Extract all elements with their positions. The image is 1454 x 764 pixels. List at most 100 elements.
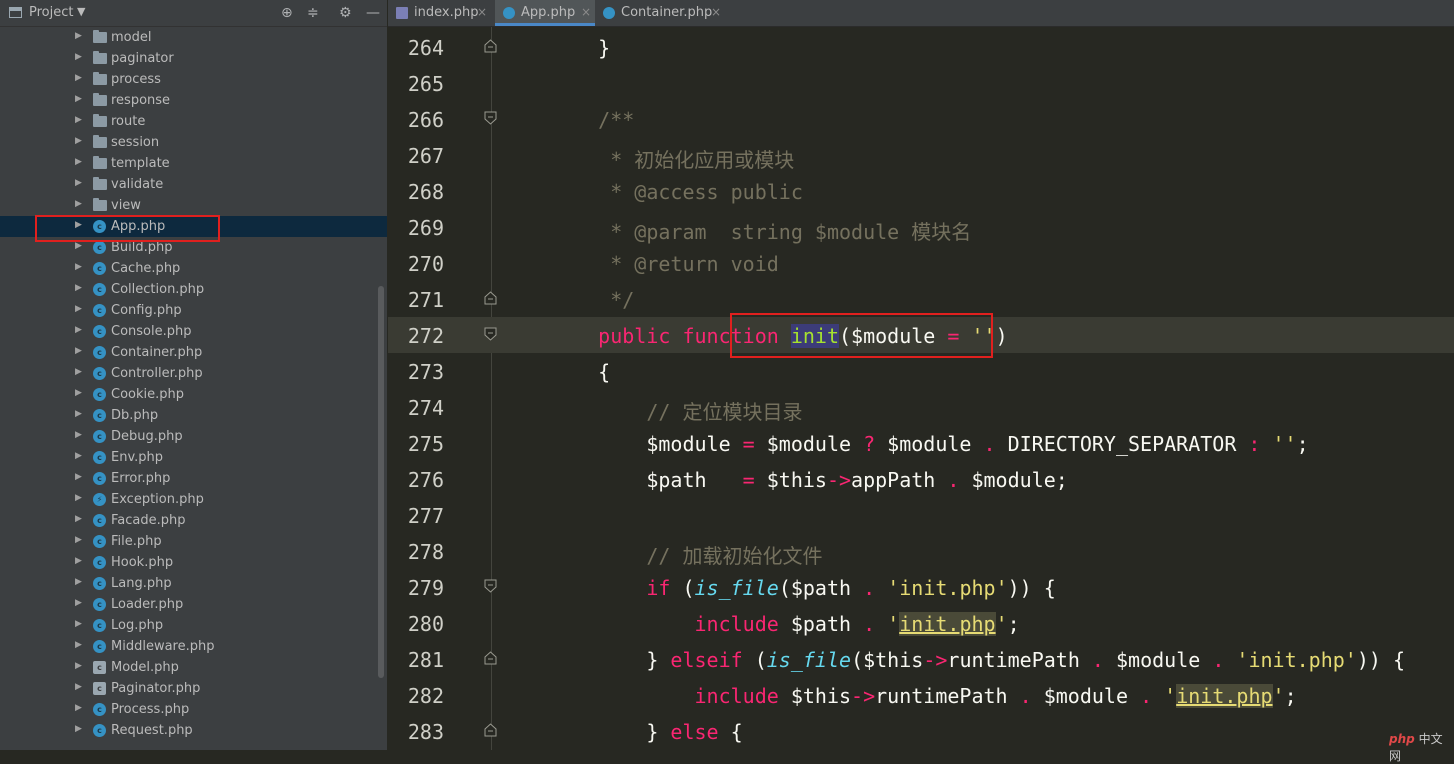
line-number[interactable]: 282 [404, 684, 444, 708]
expand-arrow-icon[interactable]: ▶ [75, 73, 82, 83]
line-number[interactable]: 275 [404, 432, 444, 456]
line-number[interactable]: 276 [404, 468, 444, 492]
expand-arrow-icon[interactable]: ▶ [75, 577, 82, 587]
locate-file-icon[interactable]: ⊕ [281, 4, 293, 22]
expand-arrow-icon[interactable]: ▶ [75, 220, 82, 230]
tree-item[interactable]: ▶ c Collection.php [0, 279, 387, 300]
close-icon[interactable]: × [581, 5, 591, 19]
tree-item[interactable]: ▶ c Loader.php [0, 594, 387, 615]
code-line[interactable]: 269 * @param string $module 模块名 [388, 209, 1454, 245]
code-line[interactable]: 267 * 初始化应用或模块 [388, 137, 1454, 173]
tree-item[interactable]: ▶ process [0, 69, 387, 90]
tree-item[interactable]: ▶ c Lang.php [0, 573, 387, 594]
line-number[interactable]: 268 [404, 180, 444, 204]
code-line[interactable]: 280 include $path . 'init.php'; [388, 605, 1454, 641]
code-line[interactable]: 283 } else { [388, 713, 1454, 749]
expand-arrow-icon[interactable]: ▶ [75, 304, 82, 314]
expand-arrow-icon[interactable]: ▶ [75, 472, 82, 482]
code-line[interactable]: 274 // 定位模块目录 [388, 389, 1454, 425]
tree-item[interactable]: ▶ c Controller.php [0, 363, 387, 384]
expand-arrow-icon[interactable]: ▶ [75, 493, 82, 503]
tree-item[interactable]: ▶ c Error.php [0, 468, 387, 489]
expand-arrow-icon[interactable]: ▶ [75, 430, 82, 440]
tree-item[interactable]: ▶ c Paginator.php [0, 678, 387, 699]
hide-panel-icon[interactable]: — [366, 4, 380, 22]
fold-open-icon[interactable] [484, 327, 497, 341]
tree-item[interactable]: ▶ route [0, 111, 387, 132]
tree-item[interactable]: ▶ c Log.php [0, 615, 387, 636]
tree-item[interactable]: ▶ model [0, 27, 387, 48]
expand-arrow-icon[interactable]: ▶ [75, 94, 82, 104]
code-line[interactable]: 265 [388, 65, 1454, 101]
tree-item[interactable]: ▶ c File.php [0, 531, 387, 552]
expand-arrow-icon[interactable]: ▶ [75, 367, 82, 377]
code-line[interactable]: 273 { [388, 353, 1454, 389]
tree-item[interactable]: ▶ c Request.php [0, 720, 387, 741]
expand-arrow-icon[interactable]: ▶ [75, 241, 82, 251]
tree-item[interactable]: ▶ paginator [0, 48, 387, 69]
line-number[interactable]: 278 [404, 540, 444, 564]
expand-arrow-icon[interactable]: ▶ [75, 724, 82, 734]
tree-item[interactable]: ▶ c Db.php [0, 405, 387, 426]
tree-item[interactable]: ▶ validate [0, 174, 387, 195]
expand-arrow-icon[interactable]: ▶ [75, 451, 82, 461]
expand-arrow-icon[interactable]: ▶ [75, 136, 82, 146]
code-line[interactable]: 276 $path = $this->appPath . $module; [388, 461, 1454, 497]
code-line[interactable]: 278 // 加载初始化文件 [388, 533, 1454, 569]
expand-arrow-icon[interactable]: ▶ [75, 556, 82, 566]
tree-item[interactable]: ▶ ⚡ Exception.php [0, 489, 387, 510]
line-number[interactable]: 280 [404, 612, 444, 636]
fold-close-icon[interactable] [484, 39, 497, 53]
tree-item[interactable]: ▶ c Facade.php [0, 510, 387, 531]
code-line[interactable]: 264 } [388, 29, 1454, 65]
line-number[interactable]: 283 [404, 720, 444, 744]
close-icon[interactable]: × [711, 5, 721, 19]
line-number[interactable]: 273 [404, 360, 444, 384]
tree-item[interactable]: ▶ c Debug.php [0, 426, 387, 447]
tree-item[interactable]: ▶ c Config.php [0, 300, 387, 321]
expand-arrow-icon[interactable]: ▶ [75, 346, 82, 356]
tree-item[interactable]: ▶ c Cache.php [0, 258, 387, 279]
expand-arrow-icon[interactable]: ▶ [75, 262, 82, 272]
editor-tab[interactable]: Container.php × [595, 0, 725, 26]
line-number[interactable]: 277 [404, 504, 444, 528]
gear-icon[interactable]: ⚙ [339, 4, 352, 22]
line-number[interactable]: 269 [404, 216, 444, 240]
line-number[interactable]: 271 [404, 288, 444, 312]
code-line[interactable]: 275 $module = $module ? $module . DIRECT… [388, 425, 1454, 461]
tree-item[interactable]: ▶ c Console.php [0, 321, 387, 342]
code-line[interactable]: 282 include $this->runtimePath . $module… [388, 677, 1454, 713]
code-line[interactable]: 268 * @access public [388, 173, 1454, 209]
expand-arrow-icon[interactable]: ▶ [75, 283, 82, 293]
code-line[interactable]: 279 if (is_file($path . 'init.php')) { [388, 569, 1454, 605]
tree-item[interactable]: ▶ template [0, 153, 387, 174]
code-line[interactable]: 270 * @return void [388, 245, 1454, 281]
tree-item[interactable]: ▶ c Hook.php [0, 552, 387, 573]
expand-arrow-icon[interactable]: ▶ [75, 619, 82, 629]
chevron-down-icon[interactable]: ▼ [77, 5, 85, 18]
expand-arrow-icon[interactable]: ▶ [75, 199, 82, 209]
expand-arrow-icon[interactable]: ▶ [75, 157, 82, 167]
project-panel-title[interactable]: Project [29, 5, 73, 20]
tree-item[interactable]: ▶ c Cookie.php [0, 384, 387, 405]
editor-tab[interactable]: index.php × [388, 0, 491, 26]
editor-tab[interactable]: App.php × [495, 0, 595, 26]
expand-arrow-icon[interactable]: ▶ [75, 52, 82, 62]
tree-item[interactable]: ▶ c Env.php [0, 447, 387, 468]
fold-open-icon[interactable] [484, 579, 497, 593]
expand-arrow-icon[interactable]: ▶ [75, 325, 82, 335]
collapse-all-icon[interactable]: ≑ [307, 4, 319, 22]
expand-arrow-icon[interactable]: ▶ [75, 115, 82, 125]
expand-arrow-icon[interactable]: ▶ [75, 661, 82, 671]
expand-arrow-icon[interactable]: ▶ [75, 703, 82, 713]
expand-arrow-icon[interactable]: ▶ [75, 598, 82, 608]
code-line[interactable]: 271 */ [388, 281, 1454, 317]
tree-item[interactable]: ▶ session [0, 132, 387, 153]
tree-item[interactable]: ▶ c Container.php [0, 342, 387, 363]
code-line[interactable]: 272 public function init($module = '') [388, 317, 1454, 353]
line-number[interactable]: 274 [404, 396, 444, 420]
line-number[interactable]: 272 [404, 324, 444, 348]
close-icon[interactable]: × [477, 5, 487, 19]
tree-item[interactable]: ▶ c Process.php [0, 699, 387, 720]
expand-arrow-icon[interactable]: ▶ [75, 514, 82, 524]
